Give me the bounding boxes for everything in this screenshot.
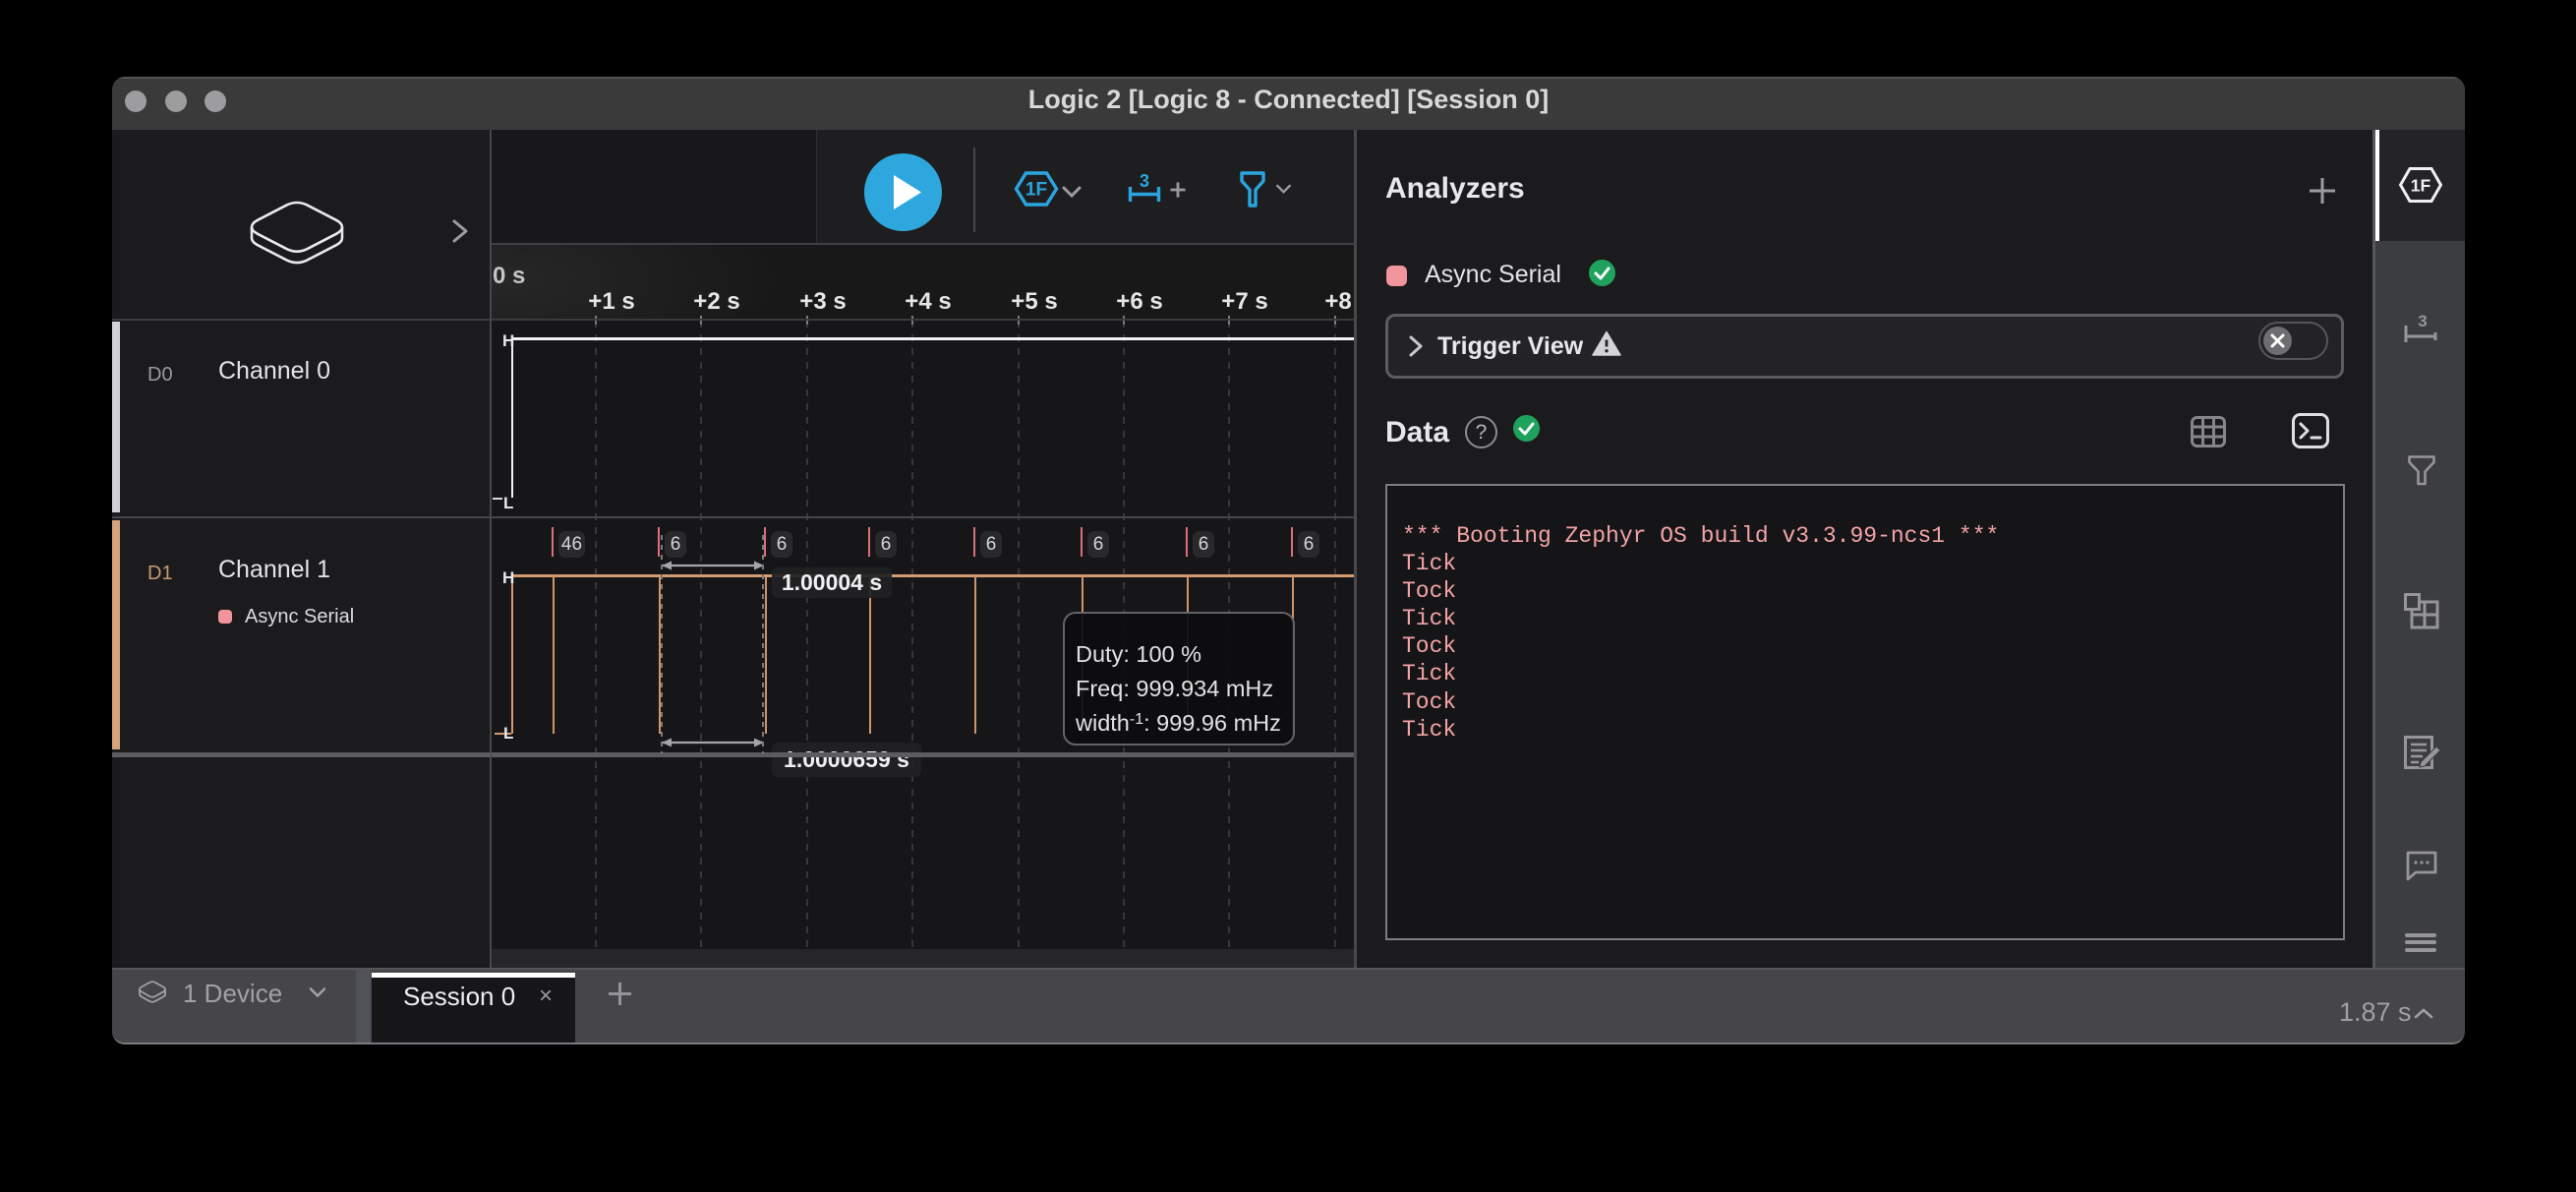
svg-text:1F: 1F [2411, 176, 2431, 196]
svg-text:1F: 1F [1025, 180, 1047, 201]
svg-text:3: 3 [1140, 171, 1149, 191]
svg-text:3: 3 [2418, 313, 2427, 330]
